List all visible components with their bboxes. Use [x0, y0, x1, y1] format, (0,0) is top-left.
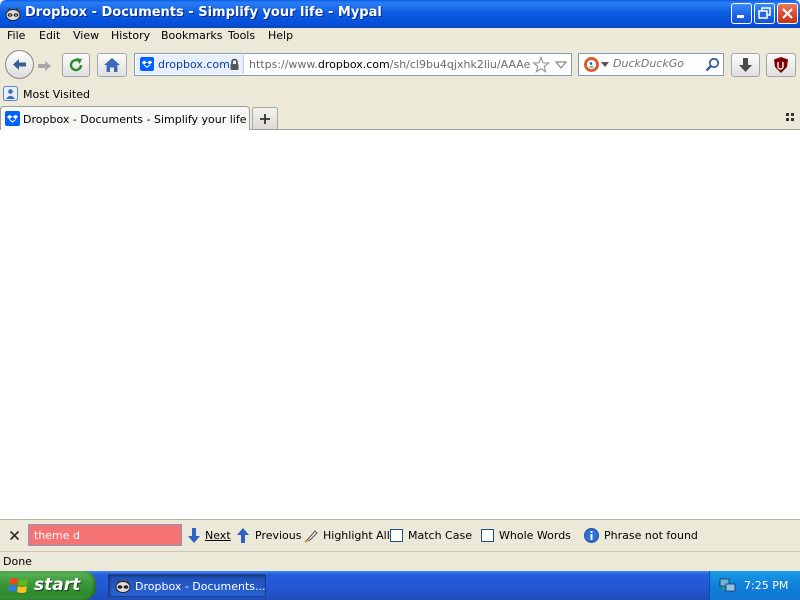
taskbar-item-label: Dropbox - Documents... [135, 580, 266, 593]
taskbar-clock[interactable]: 7:25 PM [744, 579, 788, 592]
back-button[interactable] [5, 50, 34, 79]
most-visited-label: Most Visited [23, 88, 90, 101]
start-label: start [34, 575, 81, 595]
match-case-label[interactable]: Match Case [408, 529, 472, 542]
dropbox-tab-favicon-icon [5, 111, 20, 126]
restore-button[interactable] [754, 3, 775, 24]
menu-edit[interactable]: Edit [39, 29, 60, 42]
mypal-taskbar-icon [115, 579, 131, 593]
highlighter-icon [304, 530, 318, 543]
close-icon [782, 8, 793, 19]
duckduckgo-engine-icon[interactable] [583, 56, 600, 73]
downloads-button[interactable] [731, 53, 760, 77]
page-content[interactable] [0, 130, 800, 519]
search-input[interactable] [613, 57, 703, 70]
menu-bookmarks[interactable]: Bookmarks [161, 29, 222, 42]
taskbar-item-dropbox[interactable]: Dropbox - Documents... [108, 574, 266, 597]
download-arrow-icon [739, 58, 752, 72]
tab-strip: Dropbox - Documents - Simplify your life [0, 104, 800, 131]
find-status-text: Phrase not found [604, 529, 698, 542]
highlight-all-label: Highlight All [323, 529, 390, 542]
most-visited-folder[interactable]: Most Visited [0, 84, 90, 104]
highlight-all-button[interactable]: Highlight All [303, 526, 390, 546]
window-title: Dropbox - Documents - Simplify your life… [25, 5, 382, 20]
find-previous-button[interactable]: Previous [235, 526, 302, 546]
find-previous-label: Previous [255, 529, 302, 542]
dropbox-favicon-icon [140, 57, 154, 71]
window-titlebar[interactable]: Dropbox - Documents - Simplify your life… [0, 0, 800, 28]
url-domain: dropbox.com [317, 58, 390, 71]
url-text[interactable]: https://www.dropbox.com/sh/cl9bu4qjxhk2l… [249, 58, 531, 71]
menu-view[interactable]: View [73, 29, 99, 42]
forward-button[interactable] [35, 57, 55, 75]
system-tray: 7:25 PM [709, 571, 800, 600]
bookmarks-toolbar: Most Visited [0, 84, 800, 104]
close-findbar-icon[interactable] [9, 530, 20, 541]
find-next-label: Next [205, 529, 231, 542]
find-input[interactable] [28, 524, 182, 546]
menu-help[interactable]: Help [268, 29, 293, 42]
taskbar: start Dropbox - Documents... 7:25 PM [0, 571, 800, 600]
match-case-checkbox[interactable] [390, 529, 403, 542]
site-identity-button[interactable]: dropbox.com [136, 55, 244, 74]
status-bar: Done [0, 551, 800, 571]
windows-logo-icon [8, 578, 28, 593]
tab-dropbox-documents[interactable]: Dropbox - Documents - Simplify your life [0, 106, 250, 131]
info-icon [584, 528, 599, 543]
tab-label: Dropbox - Documents - Simplify your life [23, 113, 247, 126]
mypal-raccoon-icon [5, 7, 21, 21]
tab-list-grid-icon[interactable] [786, 113, 795, 122]
reload-button[interactable] [62, 53, 90, 77]
plus-icon [260, 113, 270, 124]
navigation-toolbar: dropbox.com https://www.dropbox.com/sh/c… [0, 46, 800, 84]
minimize-button[interactable] [731, 3, 752, 24]
new-tab-button[interactable] [252, 107, 278, 129]
site-identity-label: dropbox.com [158, 58, 230, 71]
restore-icon [758, 7, 771, 19]
padlock-icon [230, 58, 239, 70]
network-tray-icon[interactable] [719, 577, 737, 594]
menu-tools[interactable]: Tools [228, 29, 255, 42]
minimize-icon [737, 15, 744, 18]
menu-bar: File Edit View History Bookmarks Tools H… [0, 28, 800, 46]
bookmark-star-icon[interactable] [532, 56, 550, 74]
url-dropdown-arrow-icon[interactable] [555, 60, 567, 70]
most-visited-icon [3, 86, 18, 101]
url-prefix: https://www. [249, 58, 318, 71]
home-button[interactable] [97, 53, 127, 77]
status-text: Done [3, 555, 32, 568]
find-bar: Next Previous Highlight All Match Case W… [0, 519, 800, 551]
search-icon[interactable] [705, 57, 720, 72]
url-path: /sh/cl9bu4qjxhk2liu/AAAem5vM [389, 58, 531, 71]
down-arrow-icon [188, 528, 200, 543]
close-window-button[interactable] [777, 3, 798, 24]
whole-words-label[interactable]: Whole Words [499, 529, 571, 542]
whole-words-checkbox[interactable] [481, 529, 494, 542]
search-bar[interactable] [578, 53, 724, 76]
menu-history[interactable]: History [111, 29, 150, 42]
forward-arrow-icon [38, 61, 51, 71]
search-engine-dropdown-icon[interactable] [601, 62, 609, 68]
ublock-shield-icon [774, 57, 788, 73]
start-button[interactable]: start [0, 571, 96, 600]
url-bar[interactable]: dropbox.com https://www.dropbox.com/sh/c… [134, 53, 572, 76]
menu-file[interactable]: File [7, 29, 25, 42]
ublock-button[interactable] [766, 53, 796, 77]
find-next-button[interactable]: Next [185, 526, 231, 546]
reload-icon [69, 58, 83, 72]
home-icon [104, 58, 120, 72]
up-arrow-icon [237, 528, 249, 543]
back-arrow-icon [13, 59, 26, 70]
